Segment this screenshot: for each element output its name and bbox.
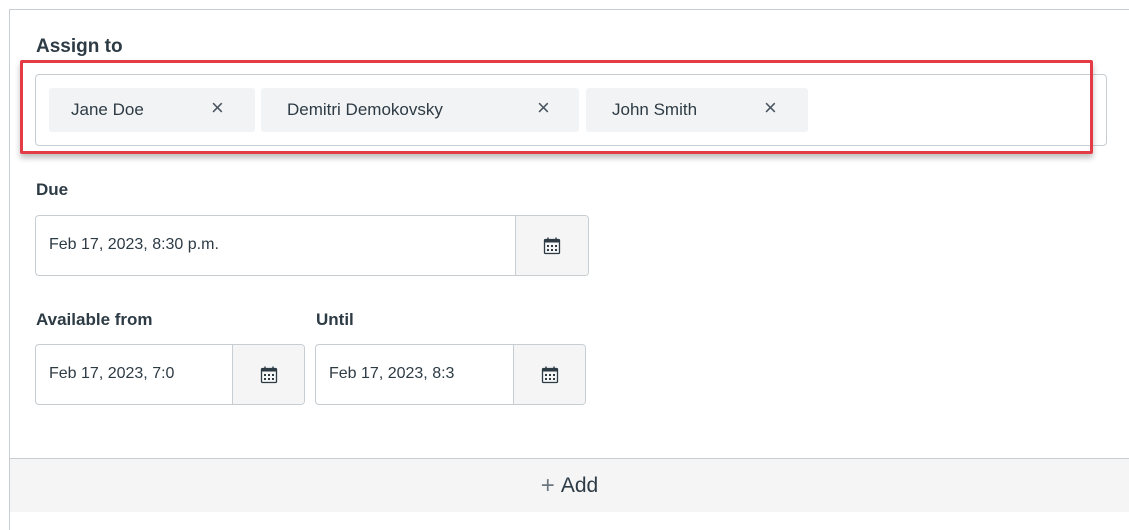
until-field[interactable]: Feb 17, 2023, 8:3: [315, 344, 586, 405]
assignee-chip-demitri-demokovsky[interactable]: Demitri Demokovsky ×: [261, 88, 579, 132]
assignee-chip-john-smith[interactable]: John Smith ×: [586, 88, 808, 132]
assignee-chip-jane-doe[interactable]: Jane Doe ×: [49, 88, 255, 132]
add-button-label: Add: [560, 473, 599, 497]
due-calendar-button[interactable]: [515, 216, 588, 275]
due-date-input[interactable]: Feb 17, 2023, 8:30 p.m.: [49, 236, 509, 254]
assignee-chip-label: Jane Doe: [71, 100, 144, 119]
due-label: Due: [36, 180, 69, 199]
add-button[interactable]: + Add: [10, 458, 1129, 512]
available-from-input[interactable]: Feb 17, 2023, 7:0: [49, 365, 234, 383]
calendar-icon: [260, 366, 277, 383]
until-label: Until: [316, 310, 354, 329]
calendar-icon: [541, 366, 558, 383]
assign-to-label: Assign to: [36, 36, 123, 57]
available-from-label: Available from: [36, 310, 153, 329]
assignee-chip-label: John Smith: [612, 100, 698, 119]
until-input[interactable]: Feb 17, 2023, 8:3: [329, 365, 514, 383]
until-calendar-button[interactable]: [513, 345, 585, 404]
close-icon[interactable]: ×: [211, 97, 224, 119]
calendar-icon: [543, 237, 561, 254]
close-icon[interactable]: ×: [537, 97, 550, 119]
due-date-field[interactable]: Feb 17, 2023, 8:30 p.m.: [35, 215, 589, 276]
available-from-field[interactable]: Feb 17, 2023, 7:0: [35, 344, 305, 405]
close-icon[interactable]: ×: [764, 97, 777, 119]
plus-icon: +: [540, 471, 555, 499]
available-from-calendar-button[interactable]: [232, 345, 304, 404]
assignee-chip-label: Demitri Demokovsky: [287, 100, 443, 119]
